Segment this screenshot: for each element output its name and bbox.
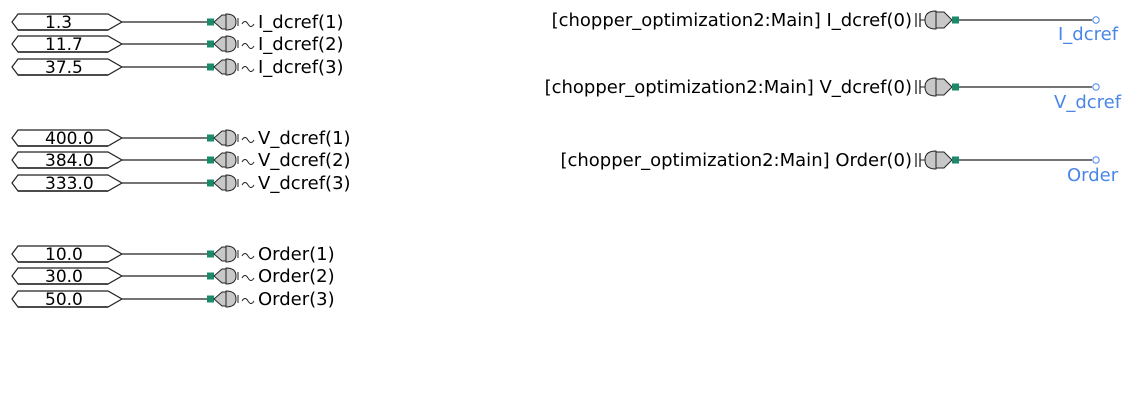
signal-tilde-icon bbox=[241, 137, 255, 143]
connector-plug-icon bbox=[225, 151, 237, 169]
input-row: 37.5 I_dcref(3) bbox=[11, 57, 344, 78]
port-square bbox=[207, 18, 214, 26]
input-label: I_dcref(3) bbox=[258, 57, 344, 78]
port-square bbox=[207, 40, 214, 48]
output-row: [chopper_optimization2:Main] I_dcref(0) I… bbox=[552, 10, 1119, 45]
port-square bbox=[207, 156, 214, 164]
connector-icon bbox=[213, 14, 227, 30]
port-square bbox=[952, 156, 959, 164]
connector-icon bbox=[213, 59, 227, 75]
connector-icon bbox=[935, 78, 953, 96]
input-value: 1.3 bbox=[45, 13, 72, 33]
connector-plug-icon bbox=[225, 13, 237, 31]
connector-icon bbox=[935, 11, 953, 29]
connector-plug-icon bbox=[225, 174, 237, 192]
output-source: [chopper_optimization2:Main] I_dcref(0) bbox=[552, 10, 912, 31]
signal-tilde-icon bbox=[241, 275, 255, 281]
connector-icon bbox=[213, 291, 227, 307]
connector-plug-icon bbox=[225, 129, 237, 147]
input-label: Order(2) bbox=[258, 266, 335, 287]
input-label: Order(1) bbox=[258, 244, 335, 265]
input-row: 30.0 Order(2) bbox=[11, 266, 335, 287]
input-value: 11.7 bbox=[45, 35, 83, 55]
connector-plug-icon bbox=[225, 58, 237, 76]
output-row: [chopper_optimization2:Main] V_dcref(0) V… bbox=[545, 77, 1122, 113]
input-label: V_dcref(2) bbox=[258, 150, 351, 171]
connector-icon bbox=[213, 130, 227, 146]
connector-plug-icon bbox=[225, 267, 237, 285]
port-square bbox=[952, 83, 959, 91]
input-row: 400.0 V_dcref(1) bbox=[11, 128, 351, 149]
connector-plug-icon bbox=[924, 150, 937, 170]
output-row: [chopper_optimization2:Main] Order(0) Ord… bbox=[560, 150, 1118, 186]
signal-tilde-icon bbox=[241, 66, 255, 72]
input-row: 11.7 I_dcref(2) bbox=[11, 34, 344, 55]
connector-plug-icon bbox=[924, 77, 937, 97]
output-name: Order bbox=[1067, 165, 1119, 186]
connector-icon bbox=[213, 36, 227, 52]
input-value: 10.0 bbox=[45, 245, 83, 265]
input-value: 384.0 bbox=[45, 151, 94, 171]
connector-icon bbox=[213, 152, 227, 168]
port-square bbox=[207, 272, 214, 280]
connector-plug-icon bbox=[225, 290, 237, 308]
connector-icon bbox=[213, 246, 227, 262]
connector-plug-icon bbox=[924, 10, 937, 30]
signal-tilde-icon bbox=[241, 253, 255, 259]
schematic-svg: 1.3 I_dcref(1) 11.7 I_dcref(2) 37.5 I_dcref(3… bbox=[11, 10, 1122, 310]
input-label: V_dcref(3) bbox=[258, 173, 351, 194]
input-row: 10.0 Order(1) bbox=[11, 244, 335, 265]
connector-plug-icon bbox=[225, 245, 237, 263]
input-value: 37.5 bbox=[45, 58, 83, 78]
signal-tilde-icon bbox=[241, 43, 255, 49]
schematic-canvas: 1.3 I_dcref(1) 11.7 I_dcref(2) 37.5 I_dcref(3… bbox=[0, 0, 1146, 402]
connector-icon bbox=[935, 151, 953, 169]
input-value: 333.0 bbox=[45, 174, 94, 194]
signal-tilde-icon bbox=[241, 182, 255, 188]
port-square bbox=[207, 134, 214, 142]
output-source: [chopper_optimization2:Main] V_dcref(0) bbox=[545, 77, 912, 98]
signal-tilde-icon bbox=[241, 159, 255, 165]
connector-plug-icon bbox=[225, 35, 237, 53]
input-value: 50.0 bbox=[45, 290, 83, 310]
input-value: 30.0 bbox=[45, 267, 83, 287]
output-name: I_dcref bbox=[1058, 24, 1119, 45]
connector-icon bbox=[213, 175, 227, 191]
signal-tilde-icon bbox=[241, 21, 255, 27]
connector-icon bbox=[213, 268, 227, 284]
input-row: 50.0 Order(3) bbox=[11, 289, 335, 310]
port-square bbox=[207, 179, 214, 187]
input-label: Order(3) bbox=[258, 289, 335, 310]
input-row: 384.0 V_dcref(2) bbox=[11, 150, 351, 171]
input-value: 400.0 bbox=[45, 129, 94, 149]
input-row: 333.0 V_dcref(3) bbox=[11, 173, 351, 194]
port-square bbox=[207, 295, 214, 303]
input-label: V_dcref(1) bbox=[258, 128, 351, 149]
input-label: I_dcref(1) bbox=[258, 12, 344, 33]
port-square bbox=[952, 16, 959, 24]
output-name: V_dcref bbox=[1054, 92, 1122, 113]
input-row: 1.3 I_dcref(1) bbox=[11, 12, 344, 33]
port-square bbox=[207, 63, 214, 71]
terminal-node[interactable] bbox=[1092, 156, 1100, 164]
terminal-node[interactable] bbox=[1092, 83, 1100, 91]
output-source: [chopper_optimization2:Main] Order(0) bbox=[560, 150, 912, 171]
port-square bbox=[207, 250, 214, 258]
terminal-node[interactable] bbox=[1092, 16, 1100, 24]
signal-tilde-icon bbox=[241, 298, 255, 304]
input-label: I_dcref(2) bbox=[258, 34, 344, 55]
